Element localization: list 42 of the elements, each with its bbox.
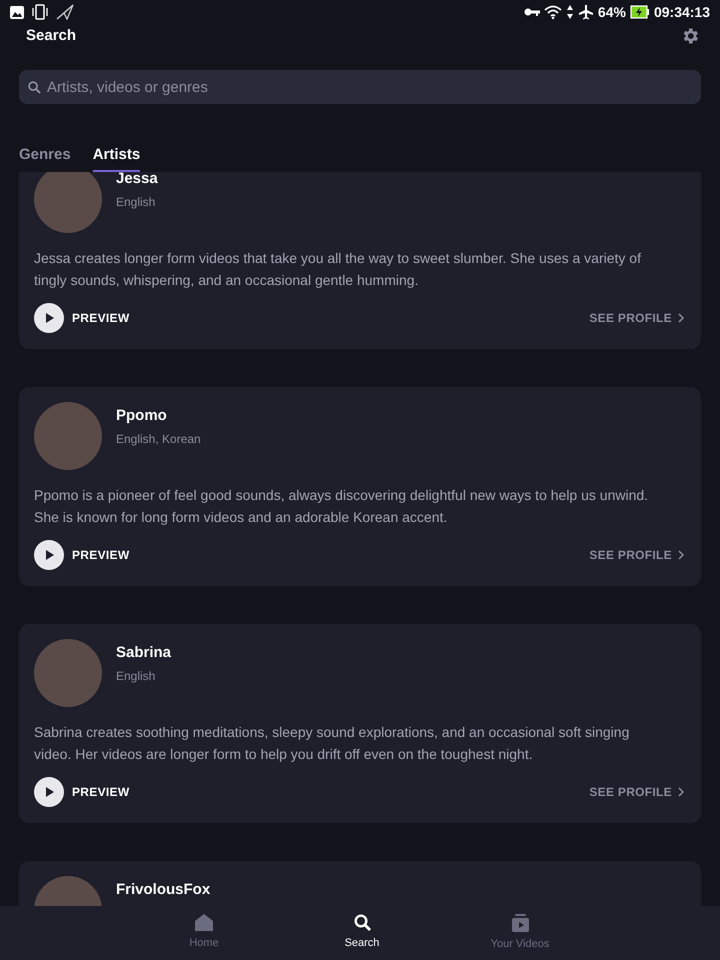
artist-description: Jessa creates longer form videos that take you all the way to sweet slumber. She uses a variety of tingly sounds, whispering, and an occasional gentle humming. [34,249,642,290]
artist-description: Sabrina creates soothing meditations, sleepy sound explorations, and an occasional soft singing video. Her videos are longer form to help you drift off even on the toughest night. [34,723,630,764]
paper-plane-icon [56,4,74,20]
artist-name: FrivolousFox [116,880,210,900]
artist-languages: English [116,194,156,210]
see-profile-link[interactable]: SEE PROFILE [589,309,686,327]
battery-percent: 64% [598,2,626,22]
video-stack-icon [512,914,528,932]
artist-name: Jessa [116,172,158,189]
preview-button[interactable]: PREVIEW [34,540,130,570]
artist-languages: English [116,668,156,684]
preview-button[interactable]: PREVIEW [34,303,130,333]
nav-tab[interactable]: Search [283,906,441,960]
wifi-icon [544,5,562,19]
artist-description: Ppomo is a pioneer of feel good sounds, always discovering delightful new ways to help us unwind. She is known for long form videos and an adorable Korean accent. [34,486,650,527]
play-icon [34,777,64,807]
nav-tab[interactable]: Your Videos [441,906,599,960]
data-arrows-icon [566,4,574,20]
search-field[interactable]: Artists, videos or genres [19,70,701,104]
play-icon [34,540,64,570]
page-title: Search [26,26,76,46]
play-icon [34,303,64,333]
preview-button[interactable]: PREVIEW [34,777,130,807]
artist-languages: English, Korean [116,430,201,448]
airplane-icon [578,4,594,20]
key-icon [524,7,540,17]
chevron-right-icon [678,313,684,323]
clock-time: 09:34:13 [654,2,710,22]
see-profile-link[interactable]: SEE PROFILE [589,546,686,564]
image-icon [10,6,24,18]
battery-charging-icon [630,5,650,19]
home-icon [195,914,213,932]
tab[interactable]: Genres [19,140,71,172]
chevron-right-icon [678,550,684,560]
search-icon [28,81,41,94]
vibrate-icon [32,4,48,20]
nav-tab[interactable]: Home [125,906,283,960]
see-profile-link[interactable]: SEE PROFILE [589,783,686,801]
chevron-right-icon [678,787,684,797]
artist-name: Sabrina [116,643,172,663]
artist-name: Ppomo [116,406,168,426]
search-icon [354,914,370,932]
